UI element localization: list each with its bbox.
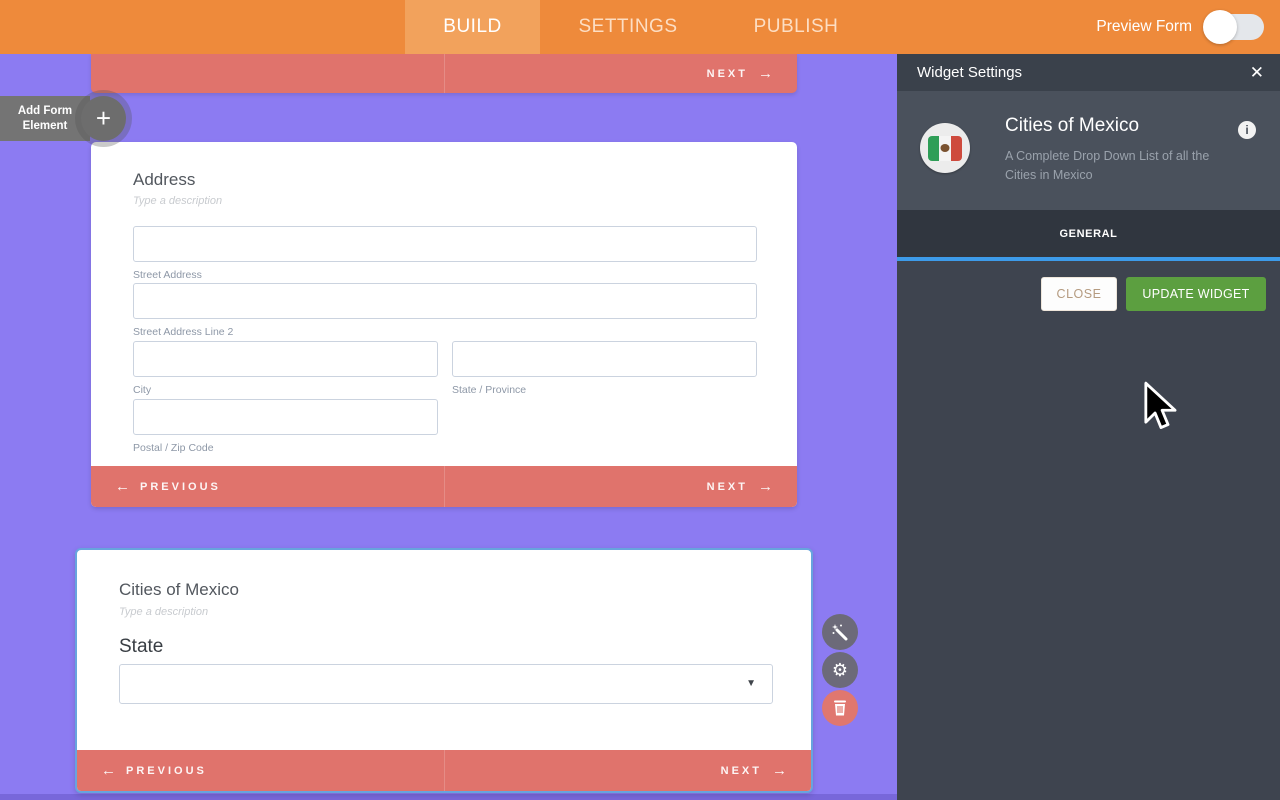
info-icon[interactable]: i	[1238, 121, 1256, 139]
add-form-element-label[interactable]: Add Form Element	[0, 96, 90, 141]
tab-publish[interactable]: PUBLISH	[716, 0, 876, 54]
dropdown-caret-icon: ▼	[746, 678, 756, 689]
update-widget-button[interactable]: UPDATE WIDGET	[1126, 277, 1266, 311]
form-builder-app: NEXT → Add Form Element + Address Type a…	[0, 0, 1280, 800]
next-button[interactable]: NEXT →	[707, 478, 773, 495]
wizard-button[interactable]	[822, 614, 858, 650]
street-address-2-input[interactable]	[133, 283, 757, 319]
state-province-input[interactable]	[452, 341, 757, 377]
next-button[interactable]: NEXT →	[721, 762, 787, 779]
next-label: NEXT	[706, 480, 748, 493]
state-field-label: State	[119, 636, 164, 657]
close-button[interactable]: CLOSE	[1041, 277, 1117, 311]
city-input[interactable]	[133, 341, 438, 377]
widget-name: Cities of Mexico	[1005, 115, 1140, 136]
delete-button[interactable]	[822, 690, 858, 726]
plus-icon: +	[95, 103, 112, 133]
main-nav-tabs: BUILD SETTINGS PUBLISH	[405, 0, 876, 54]
widget-card-description[interactable]: Type a description	[119, 606, 208, 618]
street-address-input[interactable]	[133, 226, 757, 262]
street-address-label: Street Address	[133, 269, 202, 281]
tab-settings-label: SETTINGS	[578, 16, 678, 37]
tab-publish-label: PUBLISH	[753, 16, 839, 37]
panel-title: Widget Settings	[917, 64, 1023, 81]
arrow-right-icon: →	[772, 762, 787, 779]
tab-general-label: GENERAL	[1059, 227, 1118, 240]
state-province-label: State / Province	[452, 384, 527, 396]
city-label: City	[133, 384, 152, 396]
arrow-left-icon: ←	[101, 762, 116, 779]
previous-label: PREVIOUS	[140, 480, 221, 493]
tab-build[interactable]: BUILD	[405, 0, 540, 54]
top-card-pager: NEXT →	[91, 54, 797, 93]
cities-of-mexico-card[interactable]: Cities of Mexico Type a description Stat…	[75, 548, 813, 793]
preview-form-label: Preview Form	[1096, 18, 1192, 35]
widget-info-section: Cities of Mexico i A Complete Drop Down …	[897, 91, 1280, 210]
next-label: NEXT	[706, 67, 748, 80]
close-icon[interactable]: ✕	[1250, 63, 1264, 83]
address-card-pager: ← PREVIOUS NEXT →	[91, 466, 797, 507]
address-card-title: Address	[133, 170, 196, 189]
widget-card-title: Cities of Mexico	[119, 580, 239, 599]
state-dropdown[interactable]: ▼	[119, 664, 773, 704]
tab-settings[interactable]: SETTINGS	[540, 0, 716, 54]
tab-general[interactable]: GENERAL	[897, 210, 1280, 257]
arrow-right-icon: →	[758, 65, 773, 82]
toggle-knob	[1203, 10, 1237, 44]
next-label: NEXT	[720, 764, 762, 777]
active-tab-underline	[897, 257, 1280, 261]
add-form-element-button[interactable]: +	[81, 96, 126, 141]
magic-wand-icon	[832, 624, 848, 641]
preview-form-group: Preview Form	[1096, 0, 1264, 54]
street-address-2-label: Street Address Line 2	[133, 326, 234, 338]
canvas-bottom-strip	[0, 794, 897, 800]
widget-card-pager: ← PREVIOUS NEXT →	[77, 750, 811, 791]
address-form-card[interactable]: Address Type a description Street Addres…	[91, 142, 797, 507]
panel-header: Widget Settings ✕	[897, 54, 1280, 91]
previous-button[interactable]: ← PREVIOUS	[115, 478, 221, 495]
trash-icon	[834, 700, 846, 716]
postal-zip-label: Postal / Zip Code	[133, 442, 214, 454]
next-button[interactable]: NEXT →	[707, 65, 773, 82]
address-card-description[interactable]: Type a description	[133, 195, 222, 207]
arrow-left-icon: ←	[115, 478, 130, 495]
widget-description: A Complete Drop Down List of all the Cit…	[1005, 149, 1210, 182]
tab-build-label: BUILD	[443, 16, 502, 37]
postal-zip-input[interactable]	[133, 399, 438, 435]
widget-settings-panel: Widget Settings ✕ Cities of Mexico i A C…	[897, 54, 1280, 800]
add-form-element-line1: Add Form	[17, 104, 73, 117]
gear-icon: ⚙	[831, 659, 849, 680]
widget-avatar	[920, 123, 970, 173]
preview-form-toggle[interactable]	[1203, 10, 1264, 44]
add-form-element-line2: Element	[22, 119, 68, 132]
settings-button[interactable]: ⚙	[822, 652, 858, 688]
mexico-flag-icon	[928, 135, 962, 161]
previous-button[interactable]: ← PREVIOUS	[101, 762, 207, 779]
previous-label: PREVIOUS	[126, 764, 207, 777]
app-header: BUILD SETTINGS PUBLISH Preview Form	[0, 0, 1280, 54]
arrow-right-icon: →	[758, 478, 773, 495]
